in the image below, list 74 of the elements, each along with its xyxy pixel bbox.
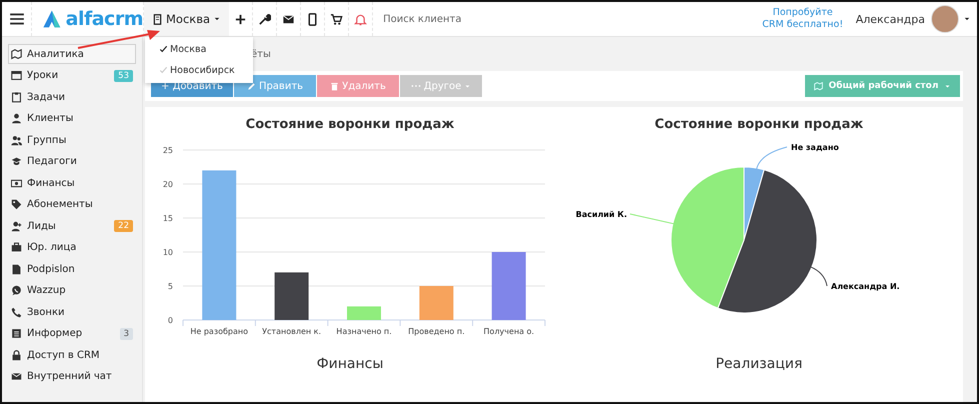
count-badge: 22: [114, 220, 133, 232]
caret-icon: [944, 82, 952, 90]
caret-icon: [963, 15, 971, 23]
user-name[interactable]: Александра: [856, 12, 925, 26]
sidebar-item[interactable]: Юр. лица: [8, 238, 136, 258]
axis-tick-label: 25: [162, 146, 173, 155]
newspaper-icon: [11, 328, 22, 339]
phone-icon: [11, 306, 22, 318]
sidebar-item[interactable]: Педагоги: [8, 152, 136, 172]
axis-category-label: Не разобрано: [190, 327, 248, 336]
sidebar-item[interactable]: Абонементы: [8, 194, 136, 214]
briefcase-icon: [11, 242, 22, 253]
axis-tick-label: 15: [162, 214, 173, 223]
map-icon: [11, 48, 22, 60]
graduation-cap-icon: [11, 156, 22, 167]
trash-icon: [330, 82, 340, 90]
axis-category-label: Проведено п.: [408, 327, 465, 336]
banknote-icon: [11, 178, 22, 188]
sidebar-item[interactable]: Podpislon: [8, 259, 136, 279]
building-icon: [152, 14, 163, 24]
sidebar-item[interactable]: Внутренний чат: [8, 366, 136, 386]
chat-bubble-icon: [11, 285, 22, 296]
count-badge: 53: [114, 70, 133, 82]
check-icon: [159, 45, 168, 54]
search-field[interactable]: Поиск клиента: [381, 12, 536, 26]
logo-icon: [42, 9, 62, 29]
axis-tick-label: 10: [162, 248, 173, 257]
chart-title: Финансы: [316, 356, 384, 372]
sidebar-item[interactable]: Информер 3: [8, 324, 136, 344]
leader-line: [809, 266, 828, 286]
person-plus-icon: [11, 220, 22, 232]
sidebar-item[interactable]: Задачи: [8, 87, 136, 107]
menu-item[interactable]: Новосибирск: [145, 60, 253, 81]
check-icon: [159, 66, 168, 75]
pie-label: Александра И.: [831, 282, 900, 291]
chart-title: Состояние воронки продаж: [246, 117, 454, 132]
avatar[interactable]: [931, 5, 959, 33]
leader-line: [756, 146, 788, 171]
menu-icon: [8, 11, 24, 27]
document-icon: [11, 264, 22, 274]
logo-text: alfacrm: [66, 8, 143, 30]
axis-category-label: Назначено п.: [336, 327, 392, 336]
axis-category-label: Установлен к.: [262, 327, 322, 336]
caret-icon: [464, 82, 472, 90]
sidebar-item[interactable]: Лиды 22: [8, 216, 136, 236]
caret-icon: [213, 15, 222, 23]
sidebar-item[interactable]: Доступ в CRM: [8, 345, 136, 365]
chart-title: Состояние воронки продаж: [654, 117, 864, 132]
sidebar-item[interactable]: Группы: [8, 130, 136, 150]
sidebar-item[interactable]: Финансы: [8, 173, 136, 193]
pie-label: Не задано: [791, 143, 839, 152]
count-badge: 3: [120, 328, 133, 340]
axis-tick-label: 0: [168, 316, 173, 325]
axis-tick-label: 5: [168, 282, 173, 291]
sidebar-item[interactable]: Wazzup: [8, 280, 136, 300]
leader-line: [630, 214, 676, 225]
menu-item[interactable]: Москва: [145, 39, 253, 60]
sidebar-item[interactable]: Звонки: [8, 302, 136, 322]
people-icon: [11, 134, 22, 146]
chart-title: Реализация: [716, 356, 802, 372]
trial-link[interactable]: Попробуйте CRM бесплатно!: [762, 7, 844, 31]
pie-label: Василий К.: [576, 210, 627, 219]
person-icon: [11, 113, 22, 124]
axis-tick-label: 20: [162, 180, 173, 189]
sidebar-item[interactable]: Аналитика: [8, 44, 136, 64]
sidebar-item[interactable]: Уроки 53: [8, 66, 136, 86]
map-icon: [814, 82, 823, 90]
city-dropdown[interactable]: Москва: [144, 2, 230, 36]
lock-icon: [11, 350, 22, 360]
calendar-icon: [11, 70, 22, 81]
axis-category-label: Получена о.: [484, 327, 534, 336]
sidebar-item[interactable]: Клиенты: [8, 108, 136, 128]
clipboard-icon: [11, 92, 22, 102]
tag-icon: [11, 199, 22, 210]
